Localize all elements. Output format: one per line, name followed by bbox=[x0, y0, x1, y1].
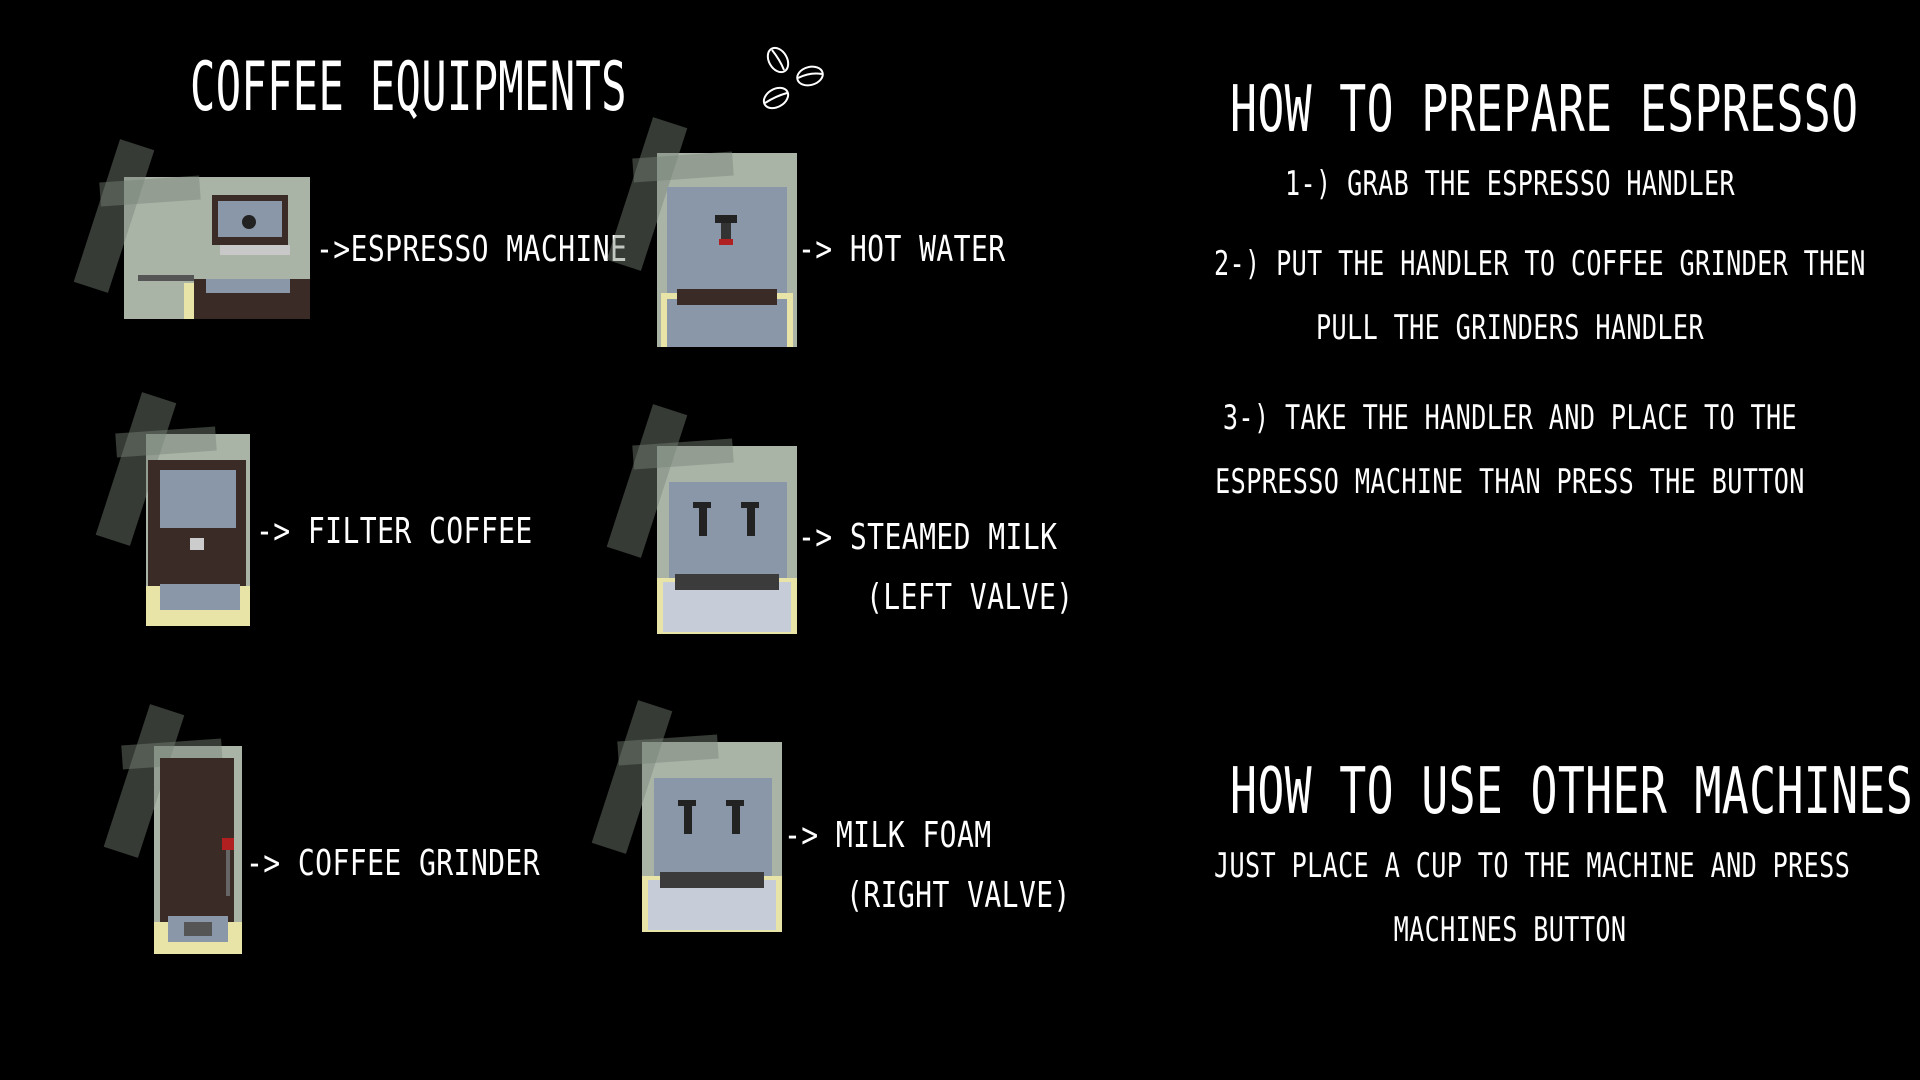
milk-foam-image bbox=[591, 700, 782, 932]
other-machines-instructions: HOW TO USE OTHER MACHINES JUST PLACE A C… bbox=[1110, 754, 1914, 962]
hot-water-label: -> HOT WATER bbox=[798, 229, 1006, 270]
espresso-title: HOW TO PREPARE ESPRESSO bbox=[1230, 73, 1859, 147]
other-machines-line-1: JUST PLACE A CUP TO THE MACHINE AND PRES… bbox=[1214, 846, 1851, 886]
espresso-step-2-cont: PULL THE GRINDERS HANDLER bbox=[1316, 308, 1704, 348]
espresso-step-2: 2-) PUT THE HANDLER TO COFFEE GRINDER TH… bbox=[1214, 244, 1866, 284]
coffee-grinder-image bbox=[103, 704, 242, 954]
steamed-milk-valve-label: (LEFT VALVE) bbox=[866, 577, 1074, 618]
espresso-instructions: HOW TO PREPARE ESPRESSO 1-) GRAB THE ESP… bbox=[1110, 72, 1910, 514]
espresso-machine-image bbox=[73, 139, 310, 319]
equipment-title: COFFEE EQUIPMENTS bbox=[190, 48, 627, 127]
espresso-machine-label: ->ESPRESSO MACHINE bbox=[316, 229, 628, 270]
espresso-step-3-cont: ESPRESSO MACHINE THAN PRESS THE BUTTON bbox=[1215, 462, 1805, 502]
espresso-step-3: 3-) TAKE THE HANDLER AND PLACE TO THE bbox=[1222, 398, 1798, 438]
steamed-milk-image bbox=[606, 404, 797, 634]
coffee-beans-icon bbox=[762, 46, 824, 110]
espresso-step-1: 1-) GRAB THE ESPRESSO HANDLER bbox=[1284, 164, 1736, 204]
coffee-grinder-label: -> COFFEE GRINDER bbox=[246, 843, 541, 884]
tutorial-screen: COFFEE EQUIPMENTS ->ESPRESSO MACHINE -> … bbox=[0, 0, 1920, 1080]
other-machines-title: HOW TO USE OTHER MACHINES bbox=[1230, 755, 1914, 829]
milk-foam-valve-label: (RIGHT VALVE) bbox=[846, 875, 1071, 916]
other-machines-line-2: MACHINES BUTTON bbox=[1393, 910, 1627, 950]
filter-coffee-label: -> FILTER COFFEE bbox=[256, 511, 533, 552]
hot-water-image bbox=[606, 117, 797, 347]
milk-foam-label: -> MILK FOAM bbox=[784, 815, 992, 856]
filter-coffee-image bbox=[95, 392, 250, 626]
steamed-milk-label: -> STEAMED MILK bbox=[798, 517, 1058, 558]
